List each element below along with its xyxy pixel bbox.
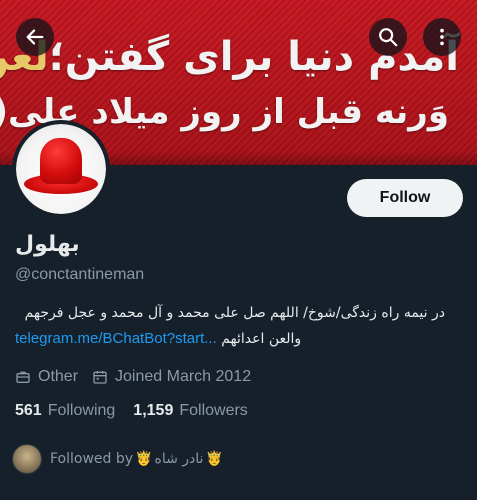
calendar-icon <box>92 369 108 385</box>
bio-line-2-text: والعن اعدائهم <box>221 331 302 347</box>
followers-stat[interactable]: 1,159 Followers <box>133 402 248 420</box>
user-handle: @conctantineman <box>15 266 145 283</box>
briefcase-icon <box>15 369 31 385</box>
follower-avatar <box>12 444 42 474</box>
following-stat[interactable]: 561 Following <box>15 402 115 420</box>
bio-telegram-link[interactable]: telegram.me/BChatBot?start... <box>15 330 217 347</box>
profile-joined: Joined March 2012 <box>92 368 251 386</box>
back-button[interactable] <box>16 18 54 56</box>
followers-count: 1,159 <box>133 402 174 419</box>
red-hat-image <box>16 124 106 214</box>
follow-button[interactable]: Follow <box>347 179 463 217</box>
profile-avatar[interactable] <box>12 120 110 218</box>
following-label: Following <box>47 402 116 419</box>
followed-by-name: نادر شاه <box>154 451 204 467</box>
bio-line-2: telegram.me/BChatBot?start... والعن اعدا… <box>15 326 445 352</box>
followers-label: Followers <box>179 402 248 419</box>
followed-by-prefix: Followed by <box>50 451 134 467</box>
crown-emoji-left: 🤴 <box>135 451 153 467</box>
bio-line-1: در نیمه راه زندگی/شوخ/ اللهم صل علی محمد… <box>24 305 445 321</box>
following-count: 561 <box>15 402 42 419</box>
more-button[interactable] <box>423 18 461 56</box>
display-name: بهلول <box>15 232 80 257</box>
joined-label: Joined March 2012 <box>115 368 252 385</box>
search-icon <box>377 26 399 48</box>
more-vertical-icon <box>431 26 453 48</box>
category-label: Other <box>38 368 79 385</box>
crown-emoji-right: 🤴 <box>205 451 223 467</box>
hat-crown <box>40 138 82 184</box>
profile-bio: در نیمه راه زندگی/شوخ/ اللهم صل علی محمد… <box>15 300 445 352</box>
search-button[interactable] <box>369 18 407 56</box>
arrow-left-icon <box>24 26 46 48</box>
follow-stats: 561 Following 1,159 Followers <box>15 402 266 420</box>
followed-by-row[interactable]: Followed by 🤴 نادر شاه 🤴 <box>12 444 225 474</box>
profile-category: Other <box>15 368 78 386</box>
profile-meta: Other Joined March 2012 <box>15 366 265 388</box>
